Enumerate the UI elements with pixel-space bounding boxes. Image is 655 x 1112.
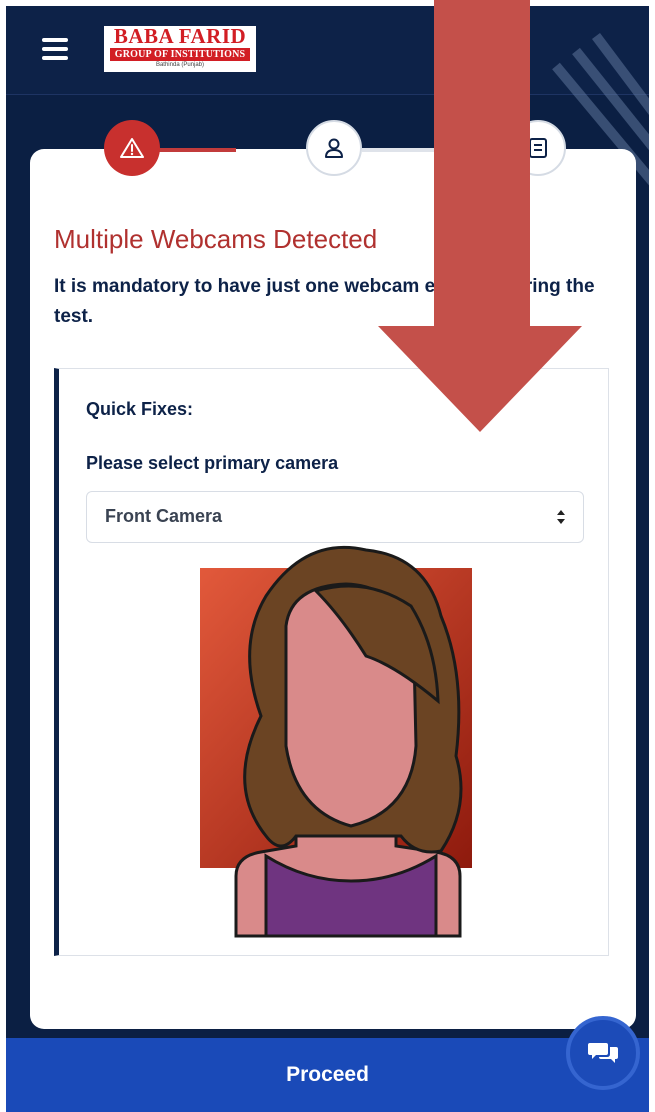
page-title: Multiple Webcams Detected	[54, 224, 378, 254]
step-user	[306, 120, 362, 176]
logo-location: Bathinda (Punjab)	[155, 62, 205, 68]
selected-camera-value: Front Camera	[105, 506, 223, 526]
institution-logo: BABA FARID GROUP OF INSTITUTIONS Bathind…	[104, 26, 256, 72]
logo-name: BABA FARID	[113, 24, 247, 48]
proceed-button[interactable]: Proceed	[6, 1038, 649, 1112]
down-arrow-annotation	[378, 0, 582, 432]
logo-subtitle: GROUP OF INSTITUTIONS	[110, 48, 250, 61]
camera-preview-avatar	[200, 545, 472, 938]
camera-select-label: Please select primary camera	[86, 453, 339, 473]
user-icon	[325, 138, 343, 158]
chat-icon	[588, 1043, 618, 1063]
hamburger-menu-icon[interactable]	[42, 38, 68, 60]
quick-fixes-heading: Quick Fixes:	[86, 399, 194, 419]
select-arrows-icon	[557, 510, 565, 524]
chat-support-button[interactable]	[566, 1016, 640, 1090]
warning-icon	[120, 138, 144, 158]
step-warning	[104, 120, 160, 176]
